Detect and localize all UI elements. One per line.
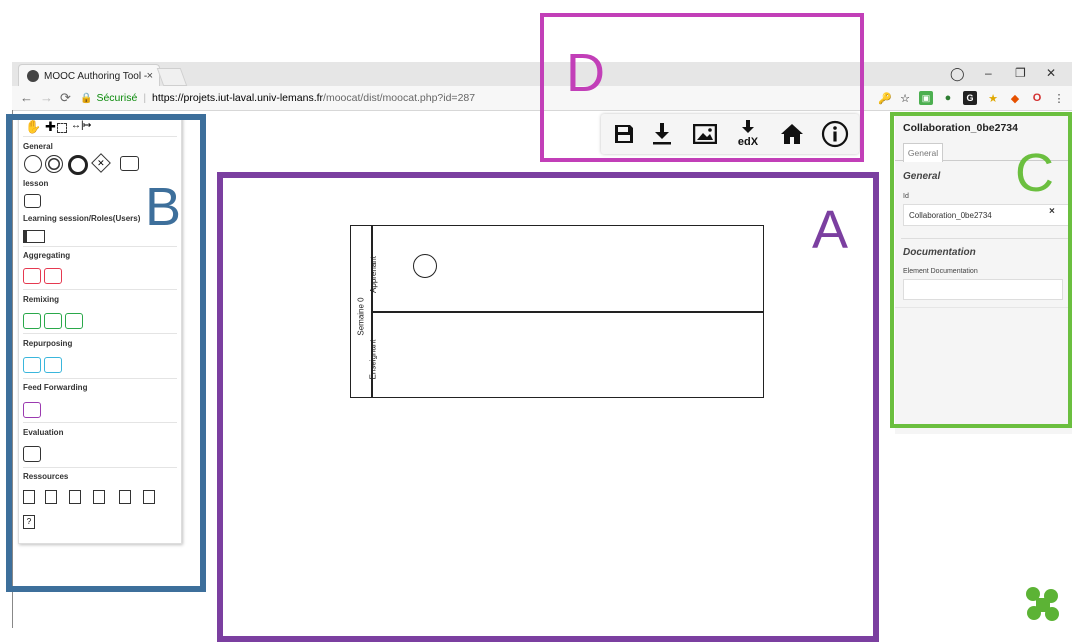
g-extension-icon[interactable]: G xyxy=(963,91,977,105)
app-logo-icon xyxy=(1026,587,1059,621)
annotation-letter-d: D xyxy=(566,43,605,103)
key-icon[interactable]: 🔑 xyxy=(878,91,892,105)
tab-close-icon[interactable]: × xyxy=(147,70,153,82)
bookmark-star-icon[interactable]: ☆ xyxy=(898,91,912,105)
annotation-letter-b: B xyxy=(145,177,182,237)
browser-tab[interactable]: MOOC Authoring Tool - × xyxy=(18,64,160,87)
extension-icon[interactable]: ▣ xyxy=(919,91,933,105)
url-separator: | xyxy=(143,92,147,104)
secure-label: Sécurisé xyxy=(96,92,138,104)
close-window-button[interactable]: ✕ xyxy=(1046,66,1056,80)
url-host: https://projets.iut-laval.univ-lemans.fr xyxy=(152,92,324,104)
minimize-button[interactable]: – xyxy=(985,66,992,80)
opera-extension-icon[interactable]: O xyxy=(1030,91,1044,105)
shield-extension-icon[interactable]: ◆ xyxy=(1008,91,1022,105)
annotation-box-a xyxy=(217,172,879,642)
lock-icon: 🔒 xyxy=(80,92,93,104)
tag-extension-icon[interactable]: ★ xyxy=(986,91,1000,105)
reload-button[interactable]: ⟳ xyxy=(60,90,71,106)
back-button[interactable]: ← xyxy=(20,90,33,105)
browser-tab-title: MOOC Authoring Tool - xyxy=(44,70,147,82)
annotation-letter-c: C xyxy=(1015,143,1054,203)
url-path: /moocat/dist/moocat.php?id=287 xyxy=(323,92,476,104)
location-extension-icon[interactable]: ● xyxy=(941,91,955,105)
annotation-letter-a: A xyxy=(812,200,849,260)
account-icon[interactable]: ◯ xyxy=(950,66,965,82)
favicon-icon xyxy=(27,70,39,82)
menu-kebab-icon[interactable]: ⋮ xyxy=(1052,91,1066,105)
maximize-button[interactable]: ❐ xyxy=(1015,66,1026,80)
forward-button[interactable]: → xyxy=(40,90,53,105)
